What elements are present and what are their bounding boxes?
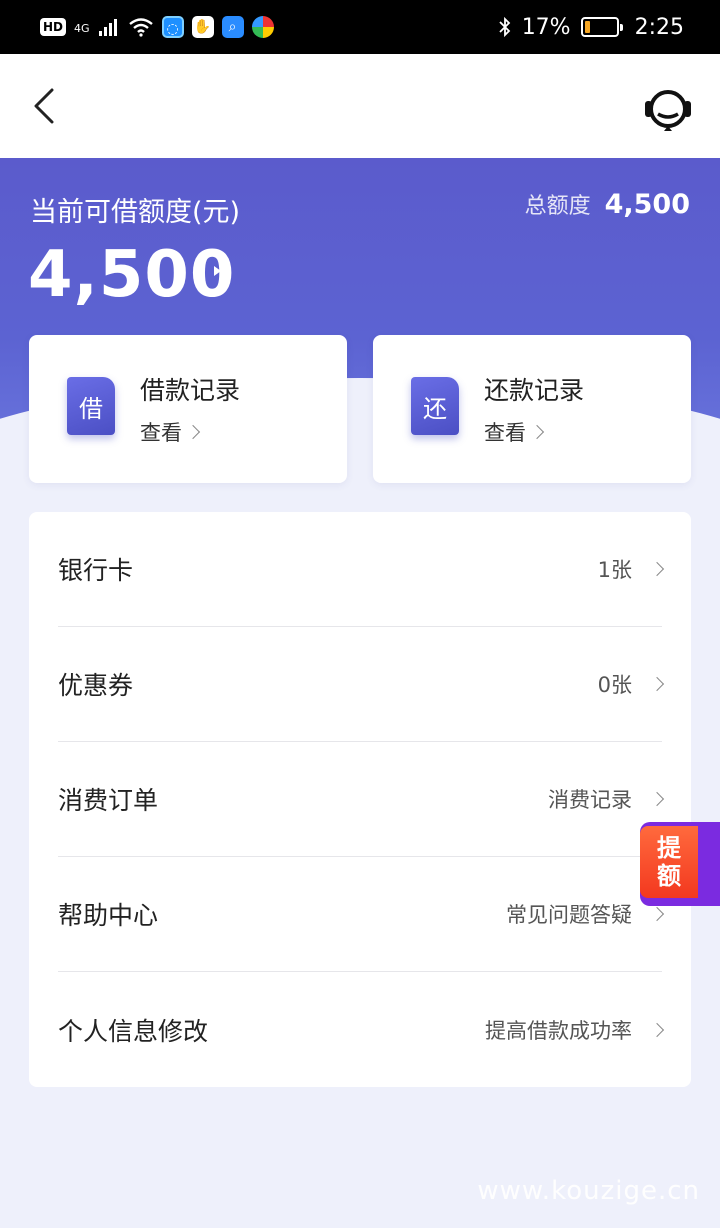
menu-item-label: 帮助中心 <box>58 901 159 930</box>
status-bar: HD 4G ◌ ✋ ⌕ 17% 2:25 <box>0 0 720 54</box>
headset-icon <box>645 90 691 131</box>
nav-bar <box>0 54 720 158</box>
battery-icon <box>580 17 623 37</box>
chevron-right-icon <box>185 424 201 440</box>
chevron-right-icon <box>649 676 665 692</box>
customer-service-button[interactable] <box>642 82 694 134</box>
chevron-right-icon <box>529 424 545 440</box>
menu-item-bank-card[interactable]: 银行卡 1张 <box>58 512 665 627</box>
loan-record-card[interactable]: 借 借款记录 查看 <box>29 335 347 483</box>
loan-record-view-label: 查看 <box>140 421 182 445</box>
total-credit-label: 总额度 <box>524 194 591 219</box>
raise-limit-label: 提 额 <box>640 826 698 898</box>
menu-item-right: 常见问题答疑 <box>506 899 665 929</box>
watermark: www.kouzige.cn <box>477 1176 700 1206</box>
total-credit: 总额度 4,500 <box>525 188 690 220</box>
menu-item-label: 银行卡 <box>58 556 134 585</box>
menu-item-profile[interactable]: 个人信息修改 提高借款成功率 <box>58 972 665 1087</box>
signal-icon <box>98 19 117 36</box>
chevron-left-icon <box>34 88 54 124</box>
menu-item-label: 个人信息修改 <box>58 1016 209 1046</box>
app-icon-hand: ✋ <box>191 16 214 38</box>
total-credit-value: 4,500 <box>604 189 690 220</box>
menu-item-right: 0张 <box>597 669 665 699</box>
menu-item-label: 优惠券 <box>58 671 134 700</box>
app-icon-blue: ◌ <box>161 16 184 38</box>
menu-item-value: 消费记录 <box>548 788 632 812</box>
bluetooth-icon <box>499 16 510 38</box>
repay-record-card[interactable]: 还 还款记录 查看 <box>373 335 691 483</box>
chevron-right-icon <box>649 561 665 577</box>
menu-item-value: 0张 <box>597 673 632 697</box>
loan-record-view[interactable]: 查看 <box>140 417 201 447</box>
loan-doc-icon: 借 <box>67 377 115 435</box>
app-icon-multicolor <box>251 16 274 38</box>
settings-menu: 银行卡 1张 优惠券 0张 消费订单 消费记录 帮助中心 常见问题答疑 个人信息… <box>29 512 691 1087</box>
network-label: 4G <box>74 22 90 35</box>
raise-limit-float-button[interactable]: 提 额 <box>640 822 720 906</box>
menu-item-value: 1张 <box>597 558 632 582</box>
status-left: HD 4G ◌ ✋ ⌕ <box>40 16 274 38</box>
repay-record-view[interactable]: 查看 <box>484 417 545 447</box>
raise-limit-line1: 提 <box>657 834 681 862</box>
loan-record-title: 借款记录 <box>140 376 241 405</box>
chevron-right-icon <box>649 1022 665 1037</box>
menu-item-right: 1张 <box>597 554 665 584</box>
menu-item-orders[interactable]: 消费订单 消费记录 <box>58 742 665 857</box>
available-credit-label: 当前可借额度(元) <box>30 197 241 228</box>
available-credit-amount[interactable]: 4,500 <box>28 238 235 312</box>
menu-item-right: 消费记录 <box>548 784 665 814</box>
repay-doc-icon: 还 <box>411 377 459 435</box>
menu-item-value: 常见问题答疑 <box>506 903 632 927</box>
raise-limit-line2: 额 <box>657 862 681 890</box>
app-icon-search: ⌕ <box>221 16 244 38</box>
repay-record-view-label: 查看 <box>484 421 526 445</box>
repay-record-title: 还款记录 <box>484 376 585 405</box>
battery-percent: 17% <box>521 14 571 40</box>
chevron-right-icon <box>649 906 665 922</box>
wifi-icon <box>128 18 153 37</box>
amount-arrow-icon[interactable] <box>214 266 221 276</box>
hd-badge: HD <box>40 18 67 36</box>
menu-item-right: 提高借款成功率 <box>485 1015 665 1045</box>
menu-item-coupon[interactable]: 优惠券 0张 <box>58 627 665 742</box>
menu-item-label: 消费订单 <box>58 786 159 815</box>
status-right: 17% 2:25 <box>498 15 684 40</box>
chevron-right-icon <box>649 791 665 807</box>
battery-fill <box>584 21 590 33</box>
menu-item-help[interactable]: 帮助中心 常见问题答疑 <box>58 857 665 972</box>
menu-item-value: 提高借款成功率 <box>485 1018 632 1043</box>
back-button[interactable] <box>22 84 66 128</box>
clock: 2:25 <box>634 14 684 40</box>
